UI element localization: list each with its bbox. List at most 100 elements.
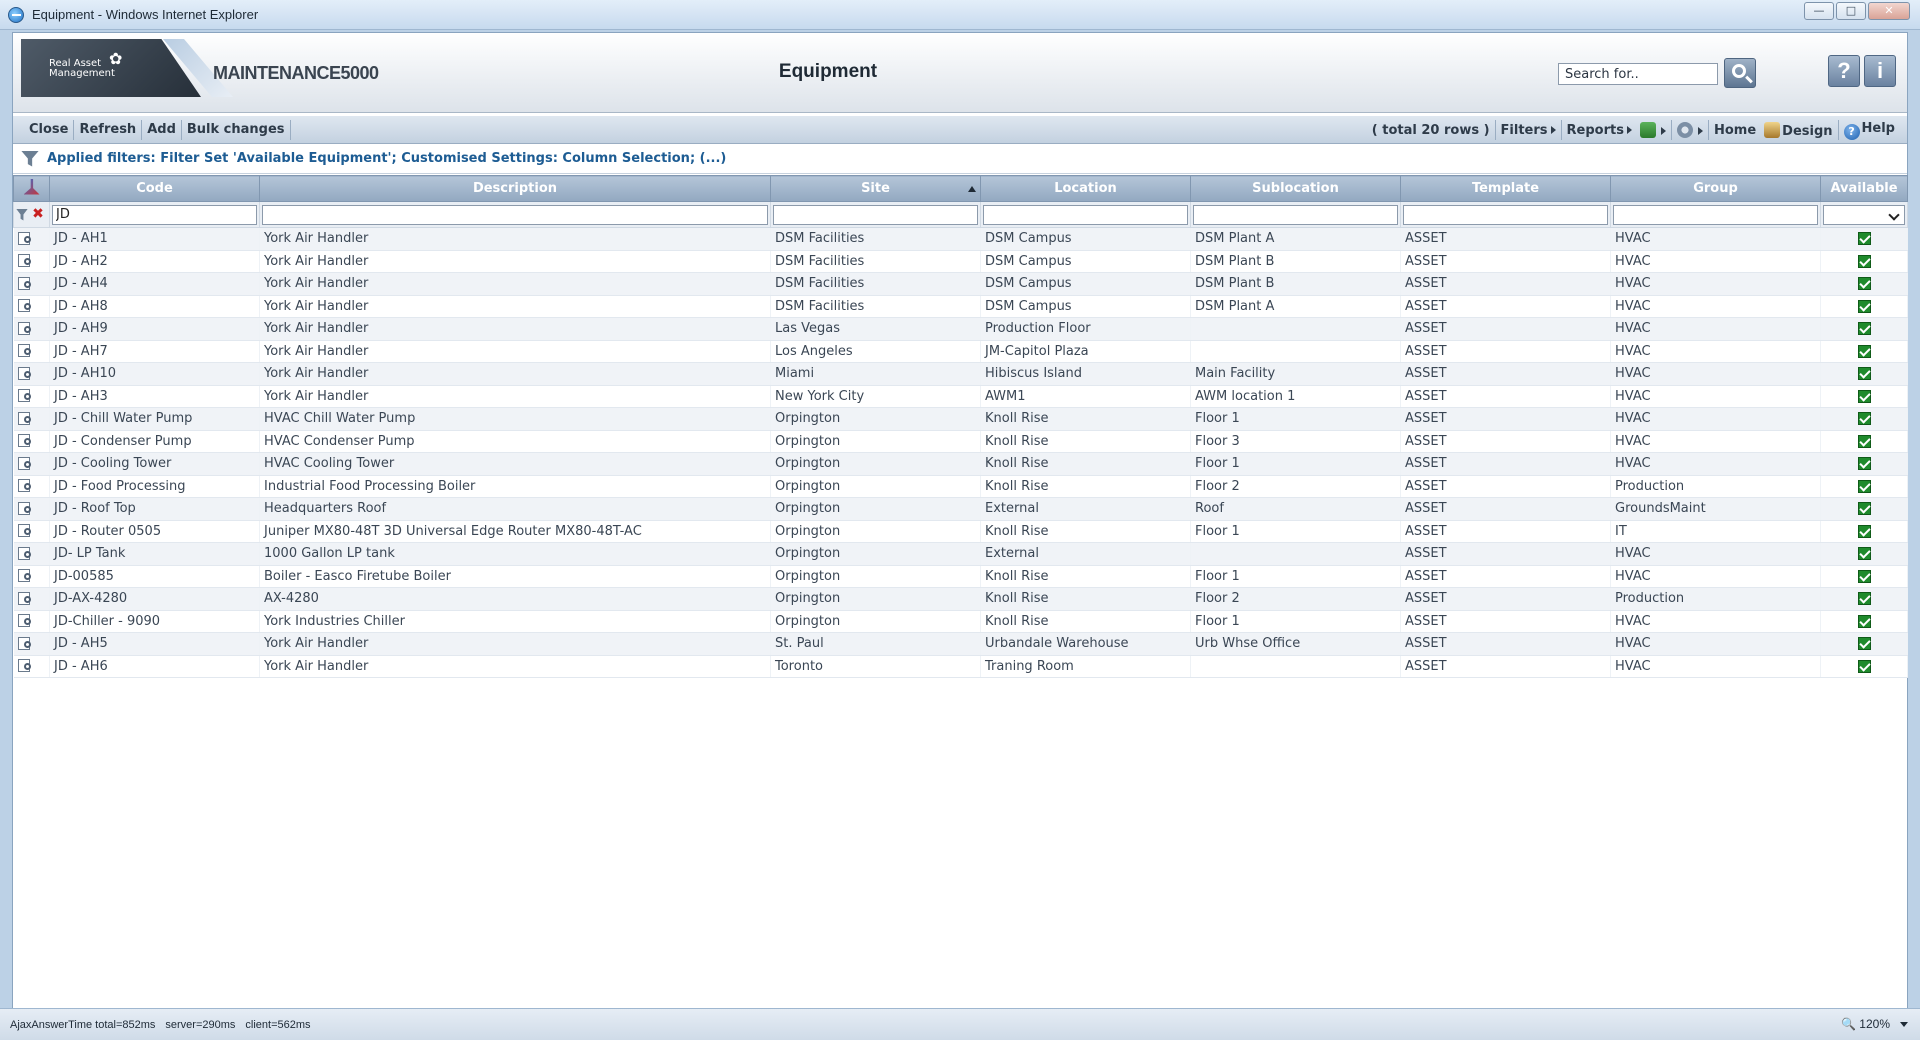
row-view-cell[interactable] [13,295,50,318]
column-header-site[interactable]: Site [770,175,981,202]
search-button[interactable] [1724,58,1756,88]
view-record-icon[interactable] [17,524,34,538]
settings-menu[interactable] [1673,121,1707,139]
table-row[interactable]: JD-AX-4280 AX-4280 Orpington Knoll Rise Floo… [13,587,1908,611]
view-record-icon[interactable] [17,411,34,426]
row-view-cell[interactable] [13,655,50,678]
table-row[interactable]: JD - Roof Top Headquarters Roof Orpington E… [13,497,1908,521]
view-record-icon[interactable] [17,659,34,673]
table-row[interactable]: JD - AH6 York Air Handler Toronto Traning R… [13,655,1908,678]
maximize-button[interactable]: □ [1836,2,1866,20]
view-record-icon[interactable] [17,389,34,403]
row-view-cell[interactable] [13,227,50,251]
row-view-cell[interactable] [13,587,50,611]
filter-location-input[interactable] [983,204,1188,225]
help-link[interactable]: ? Help [1840,121,1899,140]
view-record-icon[interactable] [17,276,34,291]
view-record-icon[interactable] [17,501,34,516]
zoom-dropdown-icon[interactable] [1900,1022,1908,1027]
view-record-icon[interactable] [17,636,34,651]
row-view-cell[interactable] [13,610,50,633]
table-row[interactable]: JD - AH5 York Air Handler St. Paul Urbandal… [13,632,1908,656]
table-row[interactable]: JD - Router 0505 Juniper MX80-48T 3D Univ… [13,520,1908,543]
add-button[interactable]: Add [143,122,180,137]
table-row[interactable]: JD - AH10 York Air Handler Miami Hibiscus I… [13,362,1908,386]
row-view-cell[interactable] [13,317,50,341]
row-view-cell[interactable] [13,520,50,543]
view-record-icon[interactable] [17,591,34,606]
view-record-icon[interactable] [17,366,34,381]
table-row[interactable]: JD-00585 Boiler - Easco Firetube Boiler Or… [13,565,1908,588]
column-header-description[interactable]: Description [259,175,771,202]
column-header-template[interactable]: Template [1400,175,1611,202]
help-button[interactable]: ? [1828,55,1860,87]
table-row[interactable]: JD - Food Processing Industrial Food Proc… [13,475,1908,498]
row-view-cell[interactable] [13,542,50,566]
applied-filters-text[interactable]: Applied filters: Filter Set 'Available E… [47,151,726,166]
column-header-group[interactable]: Group [1610,175,1821,202]
table-row[interactable]: JD - AH2 York Air Handler DSM Facilities DS… [13,250,1908,273]
row-view-cell[interactable] [13,452,50,476]
table-row[interactable]: JD - Condenser Pump HVAC Condenser Pump Or… [13,430,1908,453]
view-record-icon[interactable] [17,546,34,561]
table-row[interactable]: JD - Chill Water Pump HVAC Chill Water Pu… [13,407,1908,431]
view-record-icon[interactable] [17,479,34,493]
column-header-code[interactable]: Code [49,175,260,202]
row-view-cell[interactable] [13,497,50,521]
zoom-level[interactable]: 🔍 120% [1841,1017,1890,1031]
view-record-icon[interactable] [17,456,34,471]
home-button[interactable]: Home [1710,123,1760,138]
filter-description-input[interactable] [262,204,768,225]
reports-menu[interactable]: Reports [1563,123,1636,138]
view-record-icon[interactable] [17,299,34,313]
table-row[interactable]: JD-Chiller - 9090 York Industries Chiller… [13,610,1908,633]
minimize-button[interactable]: — [1804,2,1834,20]
filter-available-select[interactable] [1823,204,1905,225]
applied-filters-bar[interactable]: Applied filters: Filter Set 'Available E… [13,144,1907,174]
close-window-button[interactable]: ✕ [1868,2,1910,20]
row-view-cell[interactable] [13,250,50,273]
filter-group-input[interactable] [1613,204,1818,225]
row-view-cell[interactable] [13,362,50,386]
row-view-cell[interactable] [13,272,50,296]
clear-filter-icon[interactable]: ✖ [32,207,44,221]
close-button[interactable]: Close [25,122,72,137]
table-row[interactable]: JD - AH9 York Air Handler Las Vegas Product… [13,317,1908,341]
row-view-cell[interactable] [13,407,50,431]
export-menu[interactable] [1636,121,1670,139]
view-record-icon[interactable] [17,254,34,268]
apply-filter-icon[interactable] [16,208,28,221]
filter-sublocation-input[interactable] [1193,204,1398,225]
refresh-button[interactable]: Refresh [75,122,140,137]
view-record-icon[interactable] [17,614,34,628]
filter-site-input[interactable] [773,204,978,225]
table-row[interactable]: JD- LP Tank 1000 Gallon LP tank Orpington E… [13,542,1908,566]
row-view-cell[interactable] [13,385,50,408]
row-view-cell[interactable] [13,475,50,498]
table-row[interactable]: JD - Cooling Tower HVAC Cooling Tower Orpi… [13,452,1908,476]
column-header-available[interactable]: Available [1820,175,1908,202]
column-tools-header[interactable] [13,175,50,202]
bulk-changes-button[interactable]: Bulk changes [183,122,289,137]
filter-template-input[interactable] [1403,204,1608,225]
search-input[interactable] [1558,63,1718,85]
row-view-cell[interactable] [13,430,50,453]
row-view-cell[interactable] [13,340,50,363]
view-record-icon[interactable] [17,321,34,336]
row-view-cell[interactable] [13,565,50,588]
filter-code-input[interactable] [52,204,257,225]
view-record-icon[interactable] [17,434,34,448]
design-button[interactable]: Design [1760,121,1836,139]
table-row[interactable]: JD - AH1 York Air Handler DSM Facilities DS… [13,227,1908,251]
view-record-icon[interactable] [17,231,34,246]
view-record-icon[interactable] [17,569,34,583]
filters-menu[interactable]: Filters [1497,123,1560,138]
table-row[interactable]: JD - AH3 York Air Handler New York City AWM… [13,385,1908,408]
table-row[interactable]: JD - AH7 York Air Handler Los Angeles JM-Ca… [13,340,1908,363]
table-row[interactable]: JD - AH8 York Air Handler DSM Facilities DS… [13,295,1908,318]
column-header-location[interactable]: Location [980,175,1191,202]
info-button[interactable]: i [1864,55,1896,87]
column-header-sublocation[interactable]: Sublocation [1190,175,1401,202]
table-row[interactable]: JD - AH4 York Air Handler DSM Facilities DS… [13,272,1908,296]
view-record-icon[interactable] [17,344,34,358]
